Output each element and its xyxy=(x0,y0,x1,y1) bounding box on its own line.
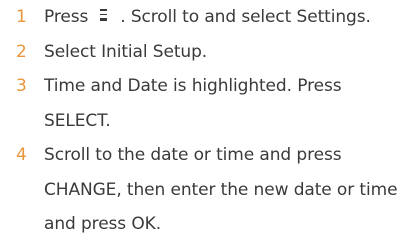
step-number: 4 xyxy=(16,145,27,165)
instruction-steps: 1 Press. Scroll to and select Settings. … xyxy=(0,0,402,242)
step-text: Scroll to the date or time and press CHA… xyxy=(44,145,398,234)
step-4: 4 Scroll to the date or time and press C… xyxy=(0,138,402,242)
step-text: Select Initial Setup. xyxy=(44,41,208,62)
step-text: Press xyxy=(44,7,89,27)
step-text: Time and Date is highlighted. Press SELE… xyxy=(44,76,342,131)
step-number: 1 xyxy=(16,7,27,27)
step-text: . Scroll to and select Settings. xyxy=(120,7,371,27)
step-3: 3 Time and Date is highlighted. Press SE… xyxy=(0,69,402,138)
step-number: 3 xyxy=(16,76,27,96)
step-number: 2 xyxy=(16,41,27,62)
menu-icon xyxy=(98,8,108,24)
step-2: 2 Select Initial Setup. xyxy=(0,35,402,70)
step-1: 1 Press . Scroll to and select Settings. xyxy=(0,0,402,35)
